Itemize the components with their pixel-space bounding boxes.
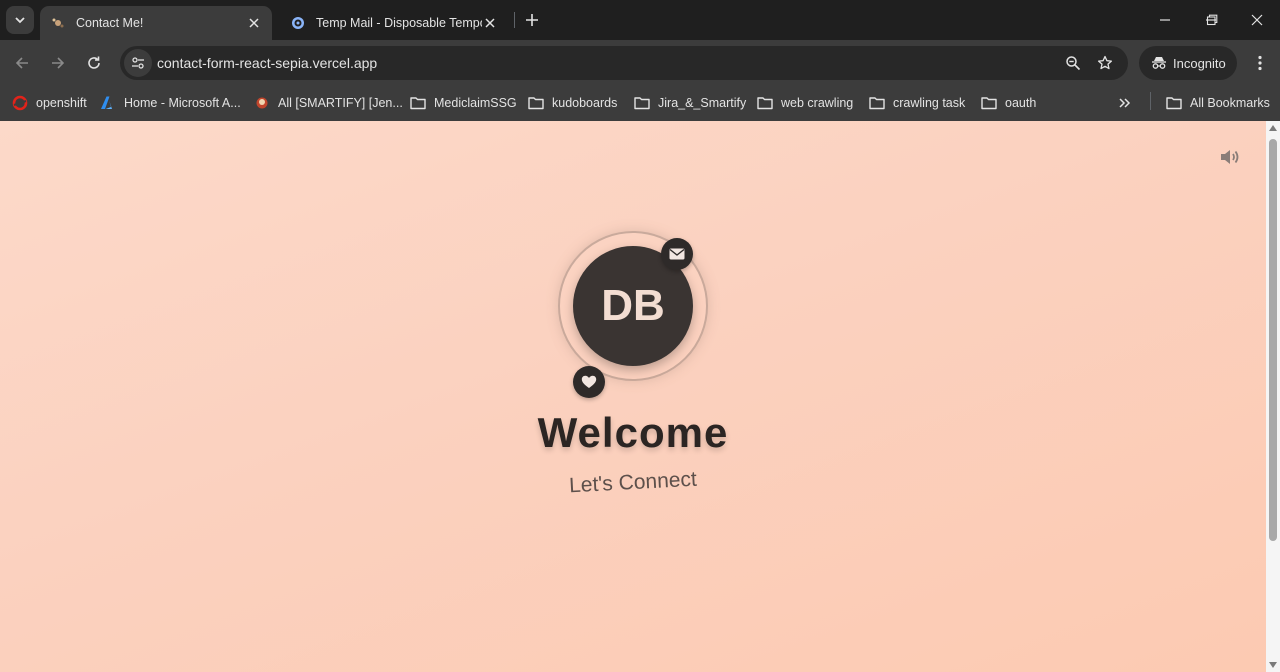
zoom-button[interactable] (1061, 51, 1085, 75)
bookmark-label: Jira_&_Smartify (658, 96, 747, 110)
more-bookmarks-button[interactable] (1118, 91, 1132, 115)
tab-divider (514, 12, 515, 28)
restore-icon (1206, 14, 1218, 26)
chevron-down-icon (15, 17, 25, 24)
zoom-out-icon (1066, 56, 1081, 71)
bookmark-label: MediclaimSSG (434, 96, 517, 110)
more-vert-icon (1258, 55, 1262, 71)
bookmark-label: Home - Microsoft A... (124, 96, 241, 110)
bookmark-folder-kudoboards[interactable]: kudoboards (528, 91, 617, 115)
folder-icon (869, 95, 885, 111)
close-window-button[interactable] (1234, 0, 1280, 40)
tab-contact-me[interactable]: Contact Me! (40, 6, 272, 40)
bookmarks-divider (1150, 92, 1151, 110)
tab-strip: Contact Me! Temp Mail - Disposable Tempo… (0, 0, 1280, 40)
page-content: DB Welcome Let's Connect (0, 121, 1266, 672)
forward-button[interactable] (44, 49, 72, 77)
azure-icon (100, 95, 116, 111)
envelope-icon (669, 248, 685, 260)
bookmark-folder-jira-smartify[interactable]: Jira_&_Smartify (634, 91, 746, 115)
scroll-down-arrow[interactable] (1269, 662, 1277, 668)
tab-title: Contact Me! (76, 16, 144, 30)
site-info-button[interactable] (124, 49, 152, 77)
star-icon (1097, 55, 1113, 70)
bookmark-label: oauth (1005, 96, 1037, 110)
bookmark-folder-oauth[interactable]: oauth (981, 91, 1036, 115)
arrow-left-icon (15, 57, 28, 69)
all-bookmarks-button[interactable]: All Bookmarks (1166, 91, 1270, 115)
volume-icon (1221, 150, 1239, 164)
bookmark-label: crawling task (893, 96, 966, 110)
heart-icon (581, 375, 597, 388)
reload-icon (88, 56, 100, 69)
openshift-icon (12, 95, 28, 111)
folder-icon (1166, 95, 1182, 111)
folder-icon (634, 95, 650, 111)
avatar-initials: DB (601, 281, 665, 330)
bookmark-microsoft-azure[interactable]: Home - Microsoft A... (100, 91, 241, 115)
tempmail-favicon (290, 15, 306, 31)
reload-button[interactable] (80, 49, 108, 77)
tune-icon (132, 57, 144, 69)
bookmark-folder-mediclaim[interactable]: MediclaimSSG (410, 91, 517, 115)
folder-icon (981, 95, 997, 111)
email-badge[interactable] (661, 238, 693, 270)
tab-temp-mail[interactable]: Temp Mail - Disposable Tempor (280, 6, 508, 40)
folder-icon (528, 95, 544, 111)
double-chevron-right-icon (1119, 98, 1131, 108)
browser-menu-button[interactable] (1248, 51, 1272, 75)
sound-toggle-button[interactable] (1219, 147, 1241, 167)
page-favicon (50, 15, 66, 31)
incognito-label: Incognito (1173, 55, 1226, 71)
scroll-up-arrow[interactable] (1269, 125, 1277, 131)
bookmark-folder-crawling-task[interactable]: crawling task (869, 91, 965, 115)
bookmark-label: All [SMARTIFY] [Jen... (278, 96, 403, 110)
bookmark-jenkins[interactable]: All [SMARTIFY] [Jen... (254, 91, 403, 115)
bookmarks-bar: openshift Home - Microsoft A... All [SMA… (0, 86, 1280, 121)
incognito-icon (1152, 57, 1166, 69)
folder-icon (410, 95, 426, 111)
bookmark-label: All Bookmarks (1190, 96, 1270, 110)
tab-search-button[interactable] (6, 6, 34, 34)
bookmark-star-button[interactable] (1093, 51, 1117, 75)
jenkins-icon (254, 95, 270, 111)
restore-button[interactable] (1189, 0, 1235, 40)
bookmark-label: openshift (36, 96, 87, 110)
minimize-icon (1160, 19, 1170, 21)
bookmark-openshift[interactable]: openshift (12, 91, 87, 115)
minimize-button[interactable] (1142, 0, 1188, 40)
tab-title: Temp Mail - Disposable Tempor (316, 16, 482, 30)
bookmark-folder-web-crawling[interactable]: web crawling (757, 91, 853, 115)
new-tab-button[interactable] (520, 8, 544, 32)
folder-icon (757, 95, 773, 111)
arrow-right-icon (52, 57, 65, 69)
browser-toolbar: contact-form-react-sepia.vercel.app (0, 40, 1280, 86)
back-button[interactable] (8, 49, 36, 77)
vertical-scrollbar[interactable] (1266, 121, 1280, 672)
plus-icon (526, 14, 538, 26)
bookmark-label: web crawling (781, 96, 854, 110)
close-icon (1251, 14, 1263, 26)
close-tab-icon[interactable] (246, 15, 262, 31)
address-bar[interactable]: contact-form-react-sepia.vercel.app (120, 46, 1128, 80)
bookmark-label: kudoboards (552, 96, 618, 110)
scrollbar-thumb[interactable] (1269, 139, 1277, 541)
heart-badge[interactable] (573, 366, 605, 398)
url-text[interactable]: contact-form-react-sepia.vercel.app (157, 55, 377, 71)
incognito-indicator[interactable]: Incognito (1139, 46, 1237, 80)
close-tab-icon[interactable] (482, 15, 498, 31)
